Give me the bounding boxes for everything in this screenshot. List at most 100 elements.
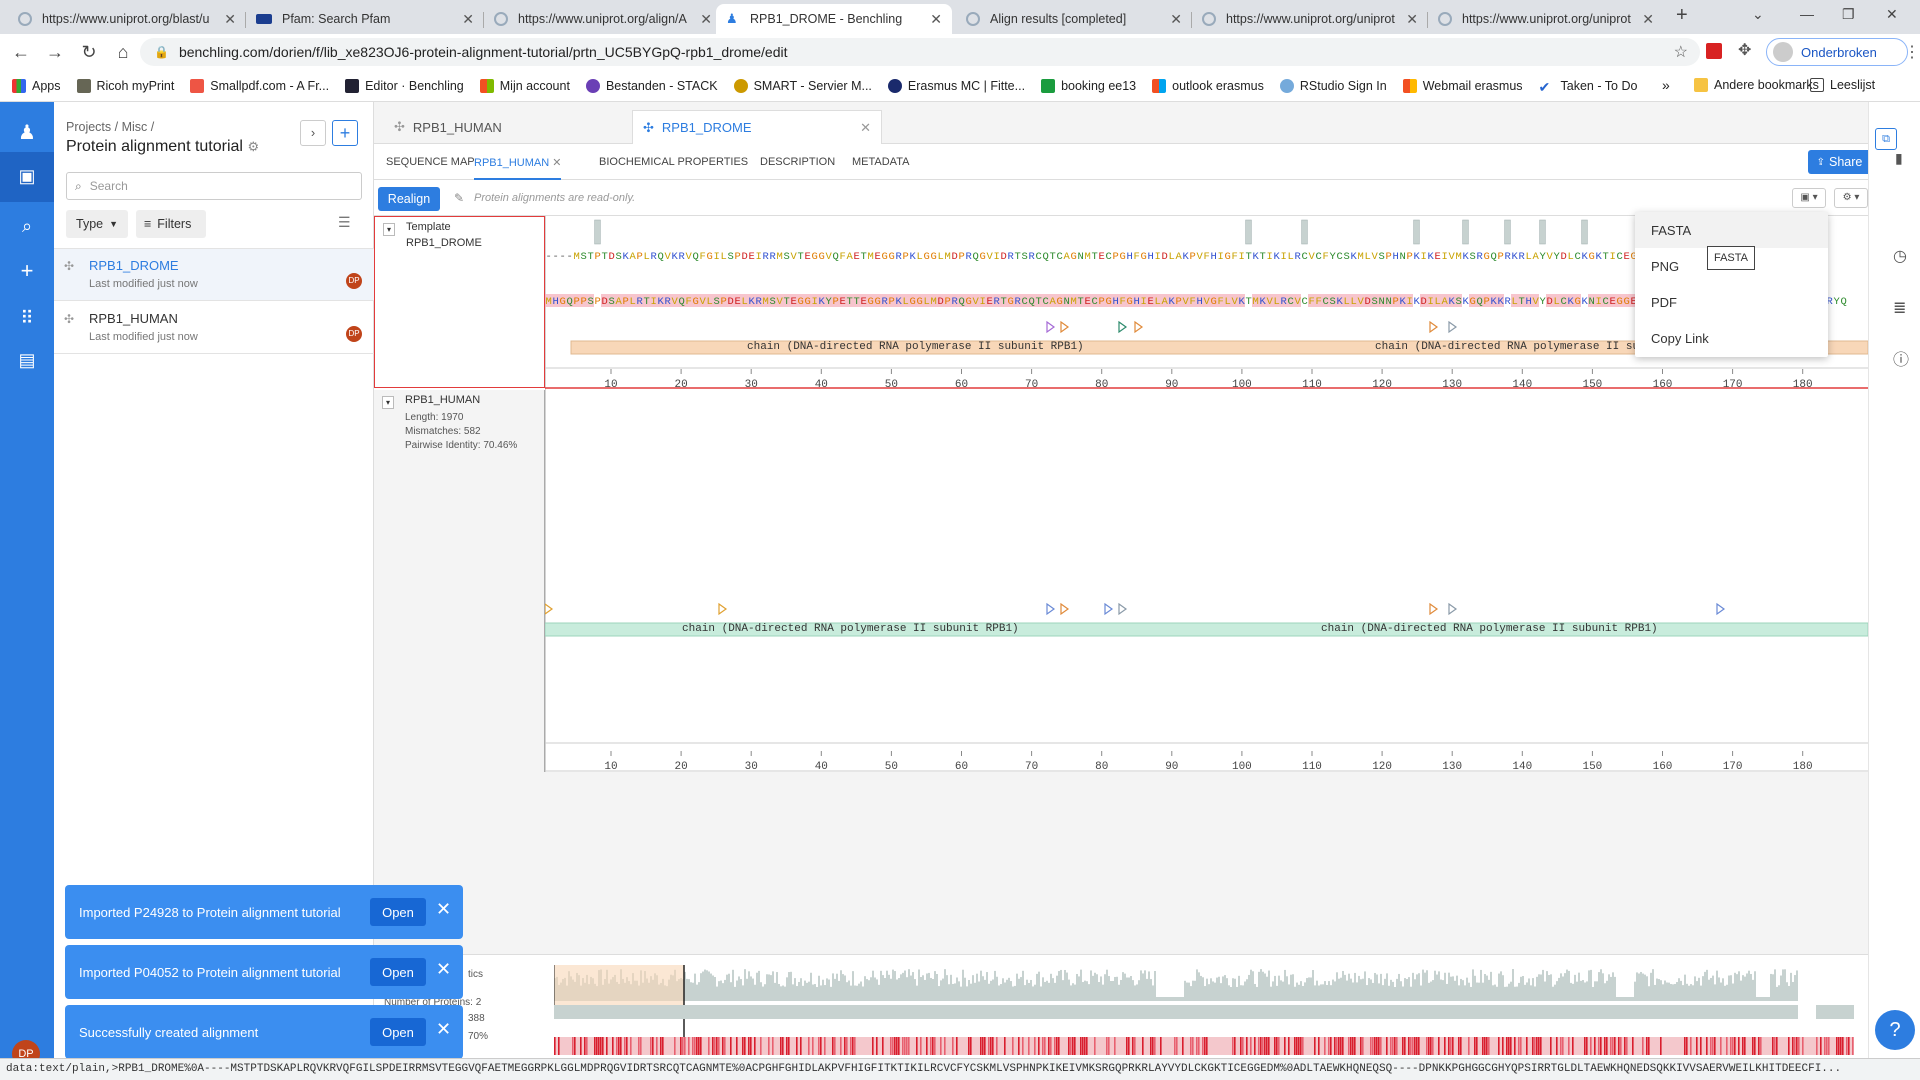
- share-button[interactable]: ⇪ Share: [1808, 150, 1871, 174]
- search-icon[interactable]: ⌕: [0, 216, 54, 237]
- list-item[interactable]: ✣ RPB1_HUMAN Last modified just now DP: [54, 302, 374, 354]
- bookmark-item[interactable]: Mijn account: [479, 78, 570, 93]
- filters-button[interactable]: ≡ Filters: [136, 210, 206, 238]
- extensions-puzzle-icon[interactable]: ✥: [1738, 40, 1751, 60]
- tab-biochemical-properties[interactable]: BIOCHEMICAL PROPERTIES: [599, 156, 748, 168]
- bookmark-item[interactable]: SMART - Servier M...: [733, 78, 872, 93]
- bookmark-item[interactable]: RStudio Sign In: [1279, 78, 1387, 93]
- realign-button[interactable]: Realign: [378, 187, 440, 211]
- close-icon[interactable]: ✕: [224, 11, 236, 28]
- tab-metadata[interactable]: METADATA: [852, 156, 909, 168]
- create-button[interactable]: +: [332, 120, 358, 146]
- export-fasta[interactable]: FASTA: [1635, 212, 1828, 248]
- settings-dropdown-button[interactable]: ⚙ ▾: [1834, 188, 1868, 208]
- browser-tab[interactable]: https://www.uniprot.org/uniprot ✕: [1428, 4, 1664, 34]
- browser-tab[interactable]: https://www.uniprot.org/uniprot ✕: [1192, 4, 1428, 34]
- restore-icon[interactable]: ❐: [1842, 6, 1855, 23]
- other-bookmarks[interactable]: Andere bookmarks: [1694, 78, 1819, 92]
- tab-sequence-map[interactable]: SEQUENCE MAP: [386, 156, 475, 168]
- close-icon[interactable]: ✕: [700, 11, 712, 28]
- collapse-icon[interactable]: ▾: [382, 396, 395, 409]
- help-button[interactable]: ?: [1875, 1010, 1915, 1050]
- nav-projects[interactable]: ▣: [0, 152, 54, 202]
- bookmark-item[interactable]: Bestanden - STACK: [585, 78, 718, 93]
- reload-icon[interactable]: ↻: [72, 42, 106, 63]
- close-icon[interactable]: ✕: [436, 1019, 451, 1040]
- close-icon[interactable]: ✕: [930, 11, 942, 28]
- reading-list[interactable]: Leeslijst: [1810, 78, 1875, 92]
- info-icon[interactable]: ⓘ: [1893, 346, 1909, 370]
- minimize-icon[interactable]: —: [1800, 6, 1814, 22]
- breadcrumb[interactable]: Projects / Misc /: [66, 120, 154, 134]
- bookmark-item[interactable]: Apps: [12, 78, 61, 93]
- bookmark-item[interactable]: ✔ Taken - To Do: [1539, 79, 1638, 95]
- back-icon[interactable]: ←: [4, 42, 38, 63]
- tab-rpb1-human-alignment[interactable]: RPB1_HUMAN ✕: [474, 144, 562, 180]
- tab-rpb1-drome[interactable]: ✣ RPB1_DROME ✕: [632, 110, 882, 144]
- export-dropdown-button[interactable]: ▣ ▾: [1792, 188, 1826, 208]
- close-icon[interactable]: ✕: [860, 120, 871, 136]
- bookmark-item[interactable]: booking ee13: [1041, 78, 1136, 93]
- history-icon[interactable]: ◷: [1893, 246, 1907, 266]
- overview-heat-mark: [1828, 1037, 1830, 1055]
- close-icon[interactable]: ✕: [1406, 11, 1418, 28]
- list-item[interactable]: ✣ RPB1_DROME Last modified just now DP: [54, 249, 374, 301]
- browser-tab[interactable]: Pfam: Search Pfam ✕: [246, 4, 484, 34]
- tab-rpb1-human[interactable]: ✣ RPB1_HUMAN: [384, 110, 634, 144]
- residue: S: [1330, 296, 1336, 308]
- new-tab-button[interactable]: +: [1676, 4, 1688, 27]
- close-icon[interactable]: ✕: [1642, 11, 1654, 28]
- bookmark-item[interactable]: Ricoh myPrint: [76, 78, 174, 93]
- copy-icon[interactable]: ⧉: [1875, 128, 1897, 150]
- home-icon[interactable]: ⌂: [106, 42, 140, 63]
- browser-tab[interactable]: Align results [completed] ✕: [956, 4, 1192, 34]
- bookmark-item[interactable]: Editor · Benchling: [345, 78, 464, 93]
- alignment-overview[interactable]: tics Number of Proteins: 2 388 70%: [374, 954, 1868, 1058]
- close-icon[interactable]: ✕: [552, 157, 561, 169]
- collapse-icon[interactable]: ▾: [383, 223, 396, 236]
- overview-heat-mark: [1296, 1037, 1298, 1055]
- profile-button[interactable]: Onderbroken: [1766, 38, 1908, 66]
- bookmark-item[interactable]: Smallpdf.com - A Fr...: [190, 78, 329, 93]
- export-pdf[interactable]: PDF: [1635, 284, 1828, 320]
- bookmark-item[interactable]: Webmail erasmus: [1402, 78, 1523, 93]
- overview-conservation-bar: [1368, 978, 1370, 1001]
- copy-link[interactable]: Copy Link: [1635, 320, 1828, 356]
- plus-icon[interactable]: +: [0, 258, 54, 284]
- list-icon[interactable]: ≣: [1893, 298, 1906, 318]
- browser-tab[interactable]: https://www.uniprot.org/blast/u ✕: [8, 4, 246, 34]
- bookmark-item[interactable]: Erasmus MC | Fitte...: [887, 78, 1025, 93]
- settings-gear-icon[interactable]: ⚙: [247, 139, 259, 154]
- sliders-icon[interactable]: ☰: [338, 214, 351, 231]
- toast-open-button[interactable]: Open: [370, 898, 426, 926]
- bookmark-star-icon[interactable]: ☆: [1674, 42, 1688, 62]
- expand-button[interactable]: ›: [300, 120, 326, 146]
- browser-tab-active[interactable]: ♟ RPB1_DROME - Benchling ✕: [716, 4, 952, 34]
- close-icon[interactable]: ✕: [436, 959, 451, 980]
- close-icon[interactable]: ✕: [1170, 11, 1182, 28]
- bookmarks-overflow-icon[interactable]: »: [1662, 77, 1670, 93]
- toast-open-button[interactable]: Open: [370, 1018, 426, 1046]
- extension-icon[interactable]: [1706, 43, 1722, 59]
- apps-grid-icon[interactable]: ⠿: [0, 308, 54, 329]
- overview-conservation-bar: [962, 969, 964, 1001]
- search-input[interactable]: ⌕ Search: [66, 172, 362, 200]
- overview-chart[interactable]: [554, 963, 1854, 1059]
- template-label-panel[interactable]: ▾ Template RPB1_DROME: [374, 216, 545, 388]
- browser-menu-icon[interactable]: ⋮: [1904, 42, 1920, 62]
- close-icon[interactable]: ✕: [462, 11, 474, 28]
- tab-search-icon[interactable]: ⌄: [1752, 6, 1764, 23]
- folder-icon[interactable]: ▤: [0, 350, 54, 371]
- address-bar[interactable]: 🔒 benchling.com/dorien/f/lib_xe823OJ6-pr…: [140, 38, 1700, 66]
- bookmark-item[interactable]: outlook erasmus: [1152, 78, 1264, 93]
- bookmark-icon[interactable]: ▮: [1895, 150, 1903, 167]
- window-close-icon[interactable]: ✕: [1886, 6, 1898, 23]
- browser-tab[interactable]: https://www.uniprot.org/align/A ✕: [484, 4, 722, 34]
- toast-open-button[interactable]: Open: [370, 958, 426, 986]
- close-icon[interactable]: ✕: [436, 899, 451, 920]
- forward-icon[interactable]: →: [38, 42, 72, 63]
- aligned-label-panel[interactable]: ▾ RPB1_HUMAN Length: 1970 Mismatches: 58…: [374, 390, 545, 772]
- tab-description[interactable]: DESCRIPTION: [760, 156, 835, 168]
- benchling-logo-icon[interactable]: ♟: [0, 120, 54, 145]
- type-filter-dropdown[interactable]: Type ▼: [66, 210, 128, 238]
